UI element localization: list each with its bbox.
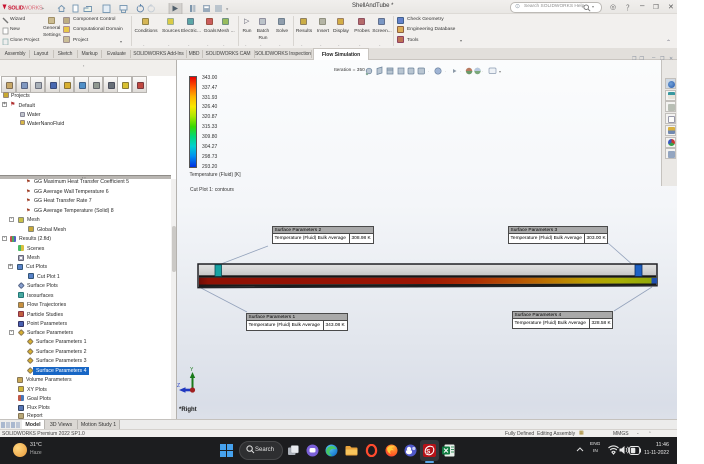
svg-text:▾: ▾: [226, 6, 229, 11]
svg-text:SOLID: SOLID: [8, 6, 24, 12]
svg-text:S: S: [426, 450, 430, 456]
svg-text:Y: Y: [190, 367, 194, 373]
svg-text:WORKS: WORKS: [23, 6, 43, 12]
svg-text:Z: Z: [177, 383, 180, 389]
svg-text:▸: ▸: [42, 6, 45, 11]
